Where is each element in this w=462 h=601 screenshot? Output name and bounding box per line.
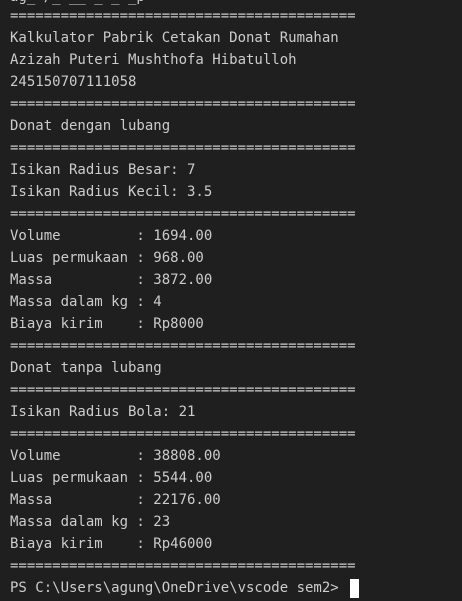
terminal-line: Luas permukaan : 5544.00 <box>10 470 213 486</box>
terminal-line: ========================================… <box>10 8 356 24</box>
terminal-line: ========================================… <box>10 96 356 112</box>
terminal-line: Biaya kirim : Rp8000 <box>10 316 204 332</box>
prompt-line[interactable]: PS C:\Users\agung\OneDrive\vscode sem2> <box>10 577 360 599</box>
terminal-panel[interactable]: ag_ /_ __ _ _ _p =======================… <box>10 0 462 601</box>
terminal-line: Isikan Radius Besar: 7 <box>10 162 196 178</box>
terminal-line: ========================================… <box>10 382 356 398</box>
terminal-line: Massa dalam kg : 4 <box>10 294 162 310</box>
terminal-line: Donat tanpa lubang <box>10 360 162 376</box>
terminal-line: ========================================… <box>10 426 356 442</box>
terminal-line: Massa : 3872.00 <box>10 272 213 288</box>
prompt-text: PS C:\Users\agung\OneDrive\vscode sem2> <box>10 580 348 596</box>
terminal-line: Donat dengan lubang <box>10 118 171 134</box>
terminal-line: Isikan Radius Kecil: 3.5 <box>10 184 213 200</box>
text-cursor <box>350 578 360 598</box>
terminal-line: ========================================… <box>10 338 356 354</box>
terminal-line: ========================================… <box>10 140 356 156</box>
terminal-line: Volume : 1694.00 <box>10 228 213 244</box>
terminal-line: ========================================… <box>10 558 356 574</box>
terminal-line: Kalkulator Pabrik Cetakan Donat Rumahan <box>10 30 339 46</box>
terminal-line: ========================================… <box>10 206 356 222</box>
terminal-line: Biaya kirim : Rp46000 <box>10 536 213 552</box>
terminal-line: Volume : 38808.00 <box>10 448 221 464</box>
terminal-line: Azizah Puteri Mushthofa Hibatulloh <box>10 52 297 68</box>
terminal-line: Luas permukaan : 968.00 <box>10 250 204 266</box>
terminal-line: Massa dalam kg : 23 <box>10 514 171 530</box>
terminal-line: Massa : 22176.00 <box>10 492 221 508</box>
terminal-line: 245150707111058 <box>10 74 137 90</box>
terminal-line: Isikan Radius Bola: 21 <box>10 404 196 420</box>
